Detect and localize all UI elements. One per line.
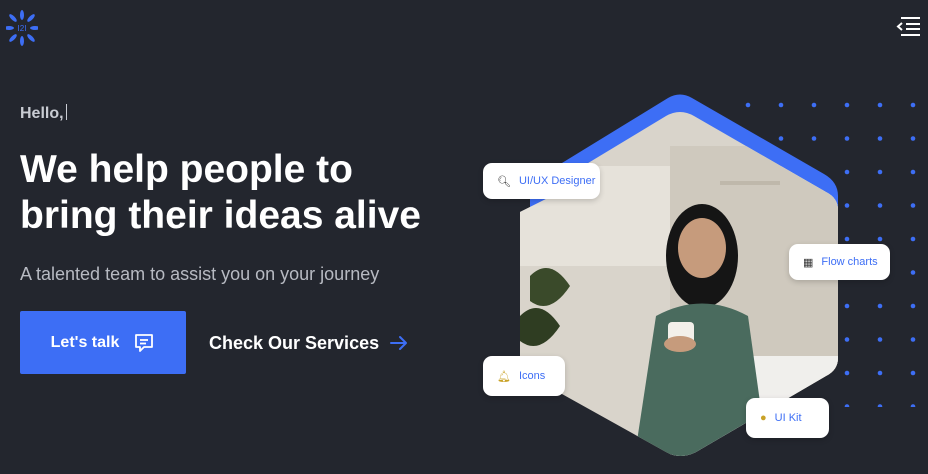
page-title: We help people to bring their ideas aliv… <box>20 147 460 239</box>
flowchart-icon: ▦ <box>803 256 814 269</box>
chat-icon <box>135 333 154 352</box>
tag-ui-kit: ● UI Kit <box>746 398 829 438</box>
tag-icons-label: Icons <box>518 370 546 382</box>
check-services-label: Check Our Services <box>209 332 380 353</box>
tag-icons: 🔔︎ Icons <box>483 356 565 396</box>
bell-icon: 🔔︎ <box>497 370 511 383</box>
tag-uikit-label: UI Kit <box>774 412 802 424</box>
typing-caret <box>65 104 67 120</box>
logo-icon[interactable]: I2I <box>6 9 38 47</box>
headline-line-2: bring their ideas alive <box>20 194 421 237</box>
tag-flow-label: Flow charts <box>821 256 878 268</box>
greeting-text: Hello, <box>20 104 67 123</box>
palette-icon: ● <box>760 412 767 424</box>
headline-line-1: We help people to <box>20 148 353 191</box>
check-services-link[interactable]: Check Our Services <box>209 331 409 355</box>
tag-uiux-designer: 🔍︎ UI/UX Designer <box>483 163 600 199</box>
tag-flow-charts: ▦ Flow charts <box>789 244 890 280</box>
greeting-label: Hello, <box>20 105 64 122</box>
arrow-right-icon <box>390 336 408 350</box>
menu-collapse-icon[interactable] <box>895 15 921 37</box>
subtitle: A talented team to assist you on your jo… <box>20 264 380 284</box>
svg-text:I2I: I2I <box>18 24 27 33</box>
lets-talk-button[interactable]: Let's talk <box>20 311 186 374</box>
lets-talk-label: Let's talk <box>50 333 120 351</box>
tag-uiux-label: UI/UX Designer <box>518 175 596 187</box>
search-icon: 🔍︎ <box>497 175 511 188</box>
